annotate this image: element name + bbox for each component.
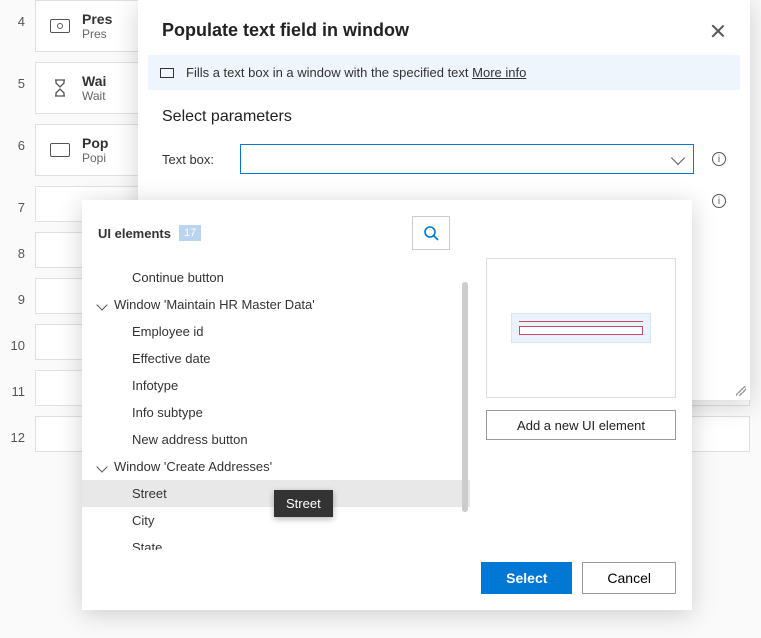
tree-item[interactable]: Infotype	[82, 372, 470, 399]
tree-item-label: Infotype	[132, 378, 178, 393]
tree-group[interactable]: Window 'Create Addresses'	[82, 453, 470, 480]
tree-item-label: Continue button	[132, 270, 224, 285]
textbox-label: Text box:	[162, 152, 222, 167]
step-number: 5	[0, 62, 35, 91]
scrollbar[interactable]	[462, 282, 468, 512]
textbox-icon	[50, 143, 70, 157]
tree-item-label: City	[132, 513, 154, 528]
tree-item-label: Effective date	[132, 351, 211, 366]
tree-item[interactable]: Continue button	[82, 264, 470, 291]
step-subtitle: Pres	[82, 27, 112, 41]
tree-item[interactable]: State	[82, 534, 470, 550]
preview-thumbnail	[511, 313, 651, 343]
tree-group[interactable]: Window 'Maintain HR Master Data'	[82, 291, 470, 318]
mouse-icon	[50, 19, 70, 33]
tree-item-label: Info subtype	[132, 405, 203, 420]
tree-item[interactable]: Employee id	[82, 318, 470, 345]
tree-item-label: Window 'Maintain HR Master Data'	[114, 297, 315, 312]
info-icon[interactable]	[712, 194, 726, 208]
textbox-select-input[interactable]	[240, 144, 694, 174]
tree-item-label: Window 'Create Addresses'	[114, 459, 272, 474]
step-title: Wai	[82, 73, 106, 89]
element-count-badge: 17	[179, 225, 201, 241]
tree-item-label: New address button	[132, 432, 248, 447]
chevron-down-icon	[96, 299, 107, 310]
search-icon	[422, 224, 440, 242]
step-subtitle: Wait	[82, 89, 106, 103]
dropdown-header-label: UI elements	[98, 226, 171, 241]
modal-title: Populate text field in window	[162, 20, 409, 41]
chevron-down-icon	[96, 461, 107, 472]
ui-elements-dropdown: UI elements 17 Continue button Window 'Ma…	[82, 200, 692, 610]
info-icon[interactable]	[712, 152, 726, 166]
more-info-link[interactable]: More info	[472, 65, 526, 80]
preview-box	[486, 258, 676, 398]
hourglass-icon	[50, 81, 70, 95]
params-heading: Select parameters	[162, 108, 726, 126]
tooltip: Street	[274, 490, 333, 517]
tree-item[interactable]: New address button	[82, 426, 470, 453]
search-button[interactable]	[412, 216, 450, 250]
close-icon[interactable]	[710, 23, 726, 39]
select-button[interactable]: Select	[481, 562, 572, 594]
resize-grip[interactable]	[736, 386, 746, 396]
tree-item[interactable]: Effective date	[82, 345, 470, 372]
add-ui-element-button[interactable]: Add a new UI element	[486, 410, 676, 440]
step-number: 4	[0, 0, 35, 29]
chevron-down-icon	[671, 151, 685, 165]
tree-item-label: Employee id	[132, 324, 204, 339]
step-title: Pop	[82, 135, 108, 151]
tree-item-label: Street	[132, 486, 167, 501]
textbox-icon	[160, 68, 174, 78]
info-text: Fills a text box in a window with the sp…	[186, 65, 472, 80]
step-title: Pres	[82, 11, 112, 27]
step-number: 6	[0, 124, 35, 153]
step-subtitle: Popi	[82, 151, 108, 165]
info-bar: Fills a text box in a window with the sp…	[148, 55, 740, 90]
tree-item-label: State	[132, 540, 162, 550]
tree-item[interactable]: Info subtype	[82, 399, 470, 426]
cancel-button[interactable]: Cancel	[582, 562, 676, 594]
